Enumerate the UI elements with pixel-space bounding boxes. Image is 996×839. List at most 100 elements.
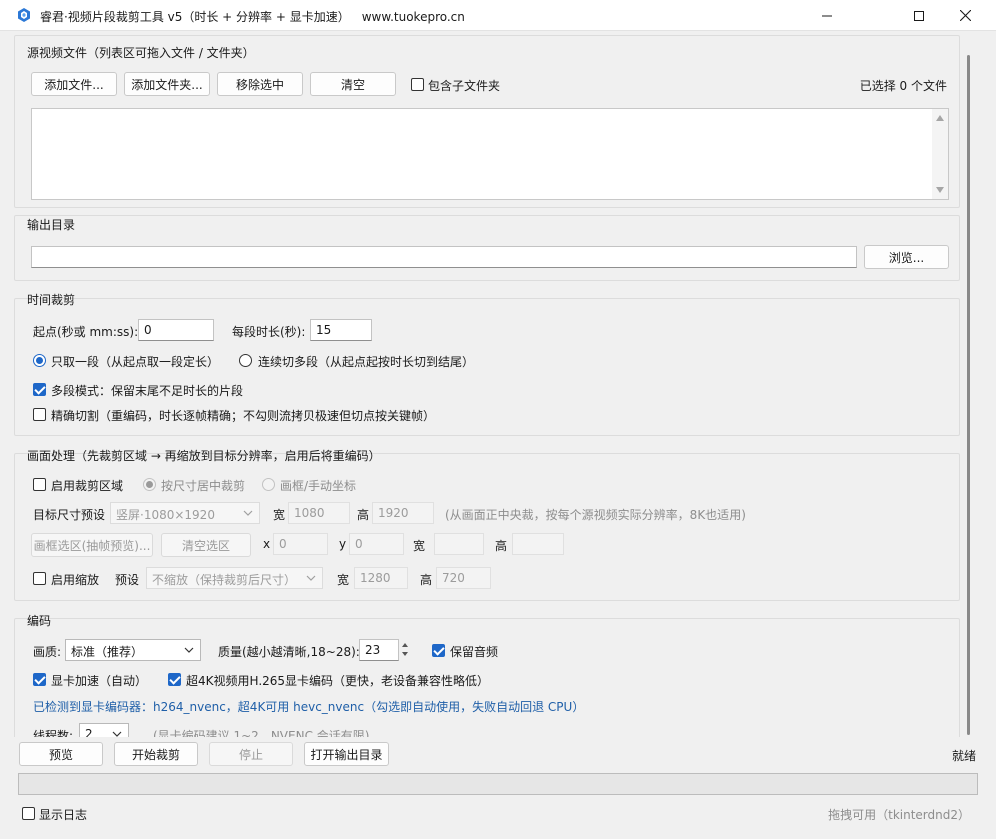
enable-scale-checkbox[interactable] [33,572,46,585]
sel-y-input[interactable]: 0 [349,533,404,555]
crop-manual-radio[interactable] [262,478,275,491]
scroll-up-icon[interactable] [936,115,944,121]
mode-multi-label: 连续切多段（从起点起按时长切到结尾） [258,355,475,369]
start-trim-button[interactable]: 开始裁剪 [114,742,198,766]
sel-x-label: x [263,537,271,551]
open-output-button[interactable]: 打开输出目录 [304,742,389,766]
precise-cut-label: 精确切割（重编码，时长逐帧精确；不勾则流拷贝极速但切点按关键帧） [51,409,436,423]
scale-width-input[interactable]: 1280 [354,567,408,589]
include-subfolders-label: 包含子文件夹 [428,79,501,93]
preview-button[interactable]: 预览 [19,742,103,766]
multi-keep-checkbox[interactable] [33,383,46,396]
sel-h-input[interactable] [512,533,564,555]
keep-audio-label: 保留音频 [450,645,499,659]
output-path-input[interactable] [31,246,857,268]
chevron-down-icon [243,510,253,516]
app-logo-icon [18,8,30,22]
scale-preset-select[interactable]: 不缩放（保持裁剪后尺寸） [146,567,323,589]
mode-single-label: 只取一段（从起点取一段定长） [51,355,220,369]
main-scrollbar-thumb[interactable] [967,55,970,735]
crop-center-radio[interactable] [143,478,156,491]
start-time-input[interactable]: 0 [138,319,214,341]
keep-audio-checkbox[interactable] [432,644,445,657]
progress-bar [18,773,978,795]
show-log-checkbox[interactable] [22,807,35,820]
target-preset-select[interactable]: 竖屏·1080×1920 [110,502,260,524]
scroll-down-icon[interactable] [936,187,944,193]
enable-crop-label: 启用裁剪区域 [51,479,124,493]
close-icon [959,10,971,21]
detected-encoder-label: 已检测到显卡编码器：h264_nvenc，超4K可用 hevc_nvenc（勾选… [33,700,585,714]
chevron-down-icon [184,647,194,653]
output-section: 输出目录 浏览... [14,215,960,281]
file-list-scrollbar[interactable] [932,109,948,199]
preset-hint-label: (从画面正中央裁，按每个源视频实际分辨率，8K也适用) [445,508,746,522]
minimize-icon [822,15,832,16]
hevc-4k-label: 超4K视频用H.265显卡编码（更快，老设备兼容性略低） [186,674,490,688]
mode-single-radio[interactable] [33,354,46,367]
maximize-icon [914,10,924,21]
sel-w-label: 宽 [413,539,426,553]
clear-selection-button[interactable]: 清空选区 [161,533,251,557]
scale-preset-label: 预设 [115,573,140,587]
spin-down-icon[interactable] [402,652,408,656]
target-height-input[interactable]: 1920 [372,502,434,524]
encode-title: 编码 [27,614,52,628]
duration-input[interactable]: 15 [310,319,372,341]
sel-y-label: y [339,537,347,551]
target-width-input[interactable]: 1080 [288,502,350,524]
threads-hint-label: (显卡编码建议 1~2，NVENC 会话有限) [153,729,370,737]
title-bar: 睿君·视频片段裁剪工具 v5（时长 + 分辨率 + 显卡加速） www.tuoke… [0,0,996,31]
output-title: 输出目录 [27,218,76,232]
draw-selection-button[interactable]: 画框选区(抽帧预览)... [31,533,153,557]
gpu-accel-checkbox[interactable] [33,673,46,686]
sel-h-label: 高 [495,539,508,553]
precise-cut-checkbox[interactable] [33,408,46,421]
hevc-4k-checkbox[interactable] [168,673,181,686]
minimize-button[interactable] [804,0,850,31]
crop-manual-label: 画框/手动坐标 [280,479,357,493]
remove-selected-button[interactable]: 移除选中 [217,72,303,96]
quality-value: 标准（推荐） [71,645,144,659]
threads-value: 2 [85,727,93,737]
clear-list-button[interactable]: 清空 [310,72,396,96]
crf-label: 质量(越小越清晰,18~28): [218,645,360,659]
enable-scale-label: 启用缩放 [51,573,100,587]
maximize-button[interactable] [896,0,942,31]
add-files-button[interactable]: 添加文件... [31,72,117,96]
sel-x-input[interactable]: 0 [273,533,328,555]
stop-button[interactable]: 停止 [209,742,293,766]
crf-input[interactable]: 23 [359,639,399,661]
trim-title: 时间裁剪 [27,293,76,307]
source-files-section: 源视频文件（列表区可拖入文件 / 文件夹） 添加文件... 添加文件夹... 移… [14,35,960,208]
quality-label: 画质: [33,645,62,659]
file-list[interactable] [31,108,949,200]
enable-crop-checkbox[interactable] [33,478,46,491]
threads-select[interactable]: 2 [79,723,129,737]
crf-spinner[interactable] [399,639,411,661]
start-time-label: 起点(秒或 mm:ss): [33,325,139,339]
sel-w-input[interactable] [434,533,484,555]
browse-button[interactable]: 浏览... [864,245,949,269]
dnd-status-label: 拖拽可用（tkinterdnd2） [828,808,970,822]
target-preset-value: 竖屏·1080×1920 [116,508,215,522]
frame-title: 画面处理（先裁剪区域 → 再缩放到目标分辨率，启用后将重编码） [27,449,381,463]
duration-label: 每段时长(秒): [232,325,306,339]
spin-up-icon[interactable] [402,643,408,647]
include-subfolders-checkbox[interactable] [411,78,424,91]
scale-height-input[interactable]: 720 [436,567,491,589]
close-button[interactable] [942,0,988,31]
add-folder-button[interactable]: 添加文件夹... [124,72,210,96]
main-scrollbar[interactable] [962,35,974,741]
show-log-label: 显示日志 [39,808,88,822]
encode-section: 编码 画质: 标准（推荐） 质量(越小越清晰,18~28): 23 保留音频 显… [14,614,960,737]
scale-height-label: 高 [420,573,433,587]
mode-multi-radio[interactable] [239,354,252,367]
chevron-down-icon [306,575,316,581]
crop-center-label: 按尺寸居中裁剪 [161,479,246,493]
window-title-url: www.tuokepro.cn [361,10,465,24]
scale-width-label: 宽 [337,573,350,587]
quality-select[interactable]: 标准（推荐） [65,639,201,661]
source-files-title: 源视频文件（列表区可拖入文件 / 文件夹） [27,46,255,60]
gpu-accel-label: 显卡加速（自动） [51,674,148,688]
